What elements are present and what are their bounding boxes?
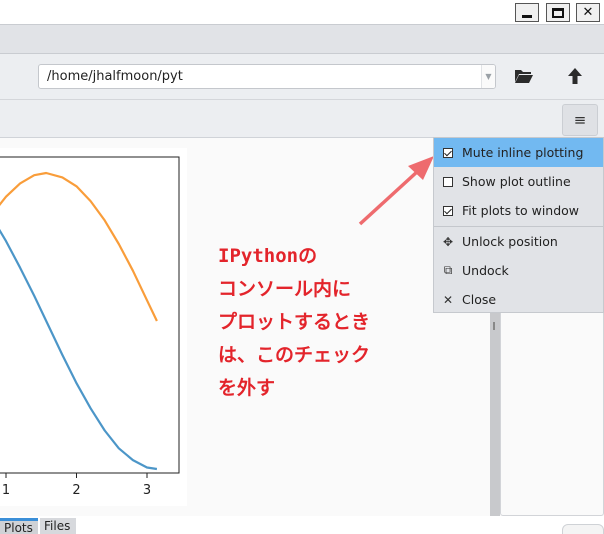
menu-item-unlock-position[interactable]: ✥ Unlock position (434, 227, 603, 256)
menu-item-label: Close (462, 292, 497, 307)
annotation-line: は、このチェック (218, 344, 371, 366)
annotation-line: IPythonの (218, 245, 318, 267)
checkbox-checked-icon (443, 205, 453, 216)
menu-item-label: Show plot outline (462, 174, 571, 189)
menu-item-close[interactable]: ✕ Close (434, 285, 603, 314)
menu-item-fit-plots-to-window[interactable]: Fit plots to window (434, 196, 603, 225)
undock-icon: ⧉ (443, 263, 453, 277)
menu-item-label: Undock (462, 263, 509, 278)
menu-item-label: Mute inline plotting (462, 145, 584, 160)
menu-item-undock[interactable]: ⧉ Undock (434, 256, 603, 285)
annotation-line: を外す (218, 377, 276, 399)
checkbox-unchecked-icon (443, 176, 453, 187)
menu-item-mute-inline-plotting[interactable]: Mute inline plotting (434, 138, 603, 167)
move-icon: ✥ (442, 234, 454, 249)
menu-item-label: Fit plots to window (462, 203, 580, 218)
ide-window: ✕ /home/jhalfmoon/pyt ▼ ≡ 1 2 3 Plots Fi… (0, 0, 604, 534)
plots-options-menu: Mute inline plotting Show plot outline F… (433, 137, 604, 313)
annotation-text: IPythonの コンソール内に プロットするとき は、このチェック を外す (218, 240, 418, 405)
menu-item-label: Unlock position (462, 234, 558, 249)
close-icon: ✕ (442, 292, 454, 307)
checkbox-checked-icon (443, 147, 453, 158)
annotation-line: コンソール内に (218, 278, 352, 300)
menu-item-show-plot-outline[interactable]: Show plot outline (434, 167, 603, 196)
annotation-line: プロットするとき (218, 311, 371, 333)
